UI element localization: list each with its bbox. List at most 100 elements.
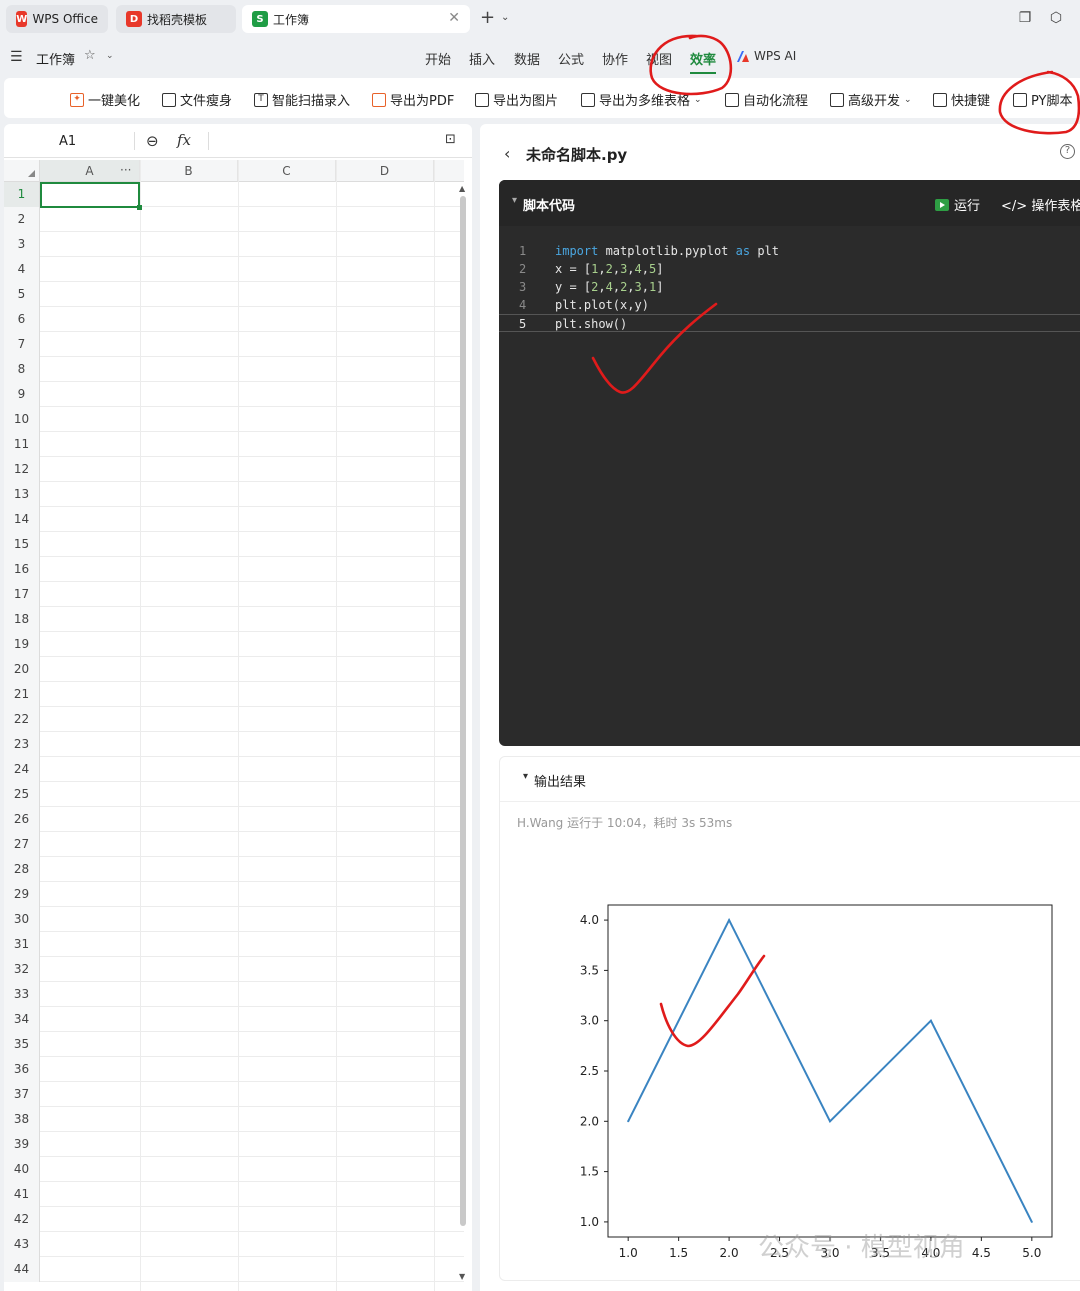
tab-template[interactable]: D 找稻壳模板 xyxy=(116,5,236,33)
smart-scan-button[interactable]: T 智能扫描录入 xyxy=(254,90,350,109)
run-button[interactable]: 运行 xyxy=(935,195,980,214)
hamburger-menu-icon[interactable]: ☰ xyxy=(10,49,23,65)
select-all-corner[interactable] xyxy=(4,160,40,182)
row-number[interactable]: 10 xyxy=(4,407,40,432)
row-number[interactable]: 12 xyxy=(4,457,40,482)
row-number[interactable]: 5 xyxy=(4,282,40,307)
export-pdf-button[interactable]: 导出为PDF xyxy=(372,90,454,109)
row-number[interactable]: 21 xyxy=(4,682,40,707)
menu-data[interactable]: 数据 xyxy=(514,49,540,68)
menu-view[interactable]: 视图 xyxy=(646,49,672,68)
row-number[interactable]: 28 xyxy=(4,857,40,882)
column-header-c[interactable]: C xyxy=(238,160,336,182)
column-header-d[interactable]: D xyxy=(336,160,434,182)
script-title[interactable]: 未命名脚本.py xyxy=(526,144,627,165)
tab-workbook[interactable]: S 工作簿 ✕ xyxy=(242,5,470,33)
star-icon[interactable]: ☆ xyxy=(84,48,96,63)
close-tab-icon[interactable]: ✕ xyxy=(448,10,460,26)
row-number[interactable]: 13 xyxy=(4,482,40,507)
row-number[interactable]: 11 xyxy=(4,432,40,457)
code-line[interactable]: 3y = [2,4,2,3,1] xyxy=(499,278,1080,296)
row-number[interactable]: 8 xyxy=(4,357,40,382)
row-number[interactable]: 33 xyxy=(4,982,40,1007)
menu-formula[interactable]: 公式 xyxy=(558,49,584,68)
row-number[interactable]: 31 xyxy=(4,932,40,957)
row-number[interactable]: 22 xyxy=(4,707,40,732)
code-line[interactable]: 2x = [1,2,3,4,5] xyxy=(499,260,1080,278)
shortcut-button[interactable]: 快捷键 xyxy=(933,90,990,109)
export-image-button[interactable]: 导出为图片 xyxy=(475,90,558,109)
row-number[interactable]: 26 xyxy=(4,807,40,832)
row-number[interactable]: 30 xyxy=(4,907,40,932)
row-number[interactable]: 36 xyxy=(4,1057,40,1082)
row-number[interactable]: 20 xyxy=(4,657,40,682)
operate-table-button[interactable]: </> 操作表格区 xyxy=(1001,195,1080,214)
row-number[interactable]: 23 xyxy=(4,732,40,757)
beautify-button[interactable]: ✦ 一键美化 xyxy=(70,90,140,109)
export-multidim-table-button[interactable]: 导出为多维表格 ⌄ xyxy=(581,90,702,109)
column-header-b[interactable]: B xyxy=(140,160,238,182)
output-title[interactable]: 输出结果 xyxy=(523,771,586,790)
row-number[interactable]: 32 xyxy=(4,957,40,982)
automation-button[interactable]: 自动化流程 xyxy=(725,90,808,109)
help-icon[interactable]: ? xyxy=(1060,144,1075,159)
row-number[interactable]: 4 xyxy=(4,257,40,282)
row-number[interactable]: 37 xyxy=(4,1082,40,1107)
row-number[interactable]: 25 xyxy=(4,782,40,807)
menu-wps-ai[interactable]: WPS AI xyxy=(754,49,796,63)
row-number[interactable]: 40 xyxy=(4,1157,40,1182)
row-number[interactable]: 3 xyxy=(4,232,40,257)
code-editor[interactable]: 脚本代码 运行 </> 操作表格区 1 import matplotlib.pyp… xyxy=(499,180,1080,746)
menu-efficiency[interactable]: 效率 xyxy=(690,49,717,74)
row-number[interactable]: 19 xyxy=(4,632,40,657)
row-number[interactable]: 38 xyxy=(4,1107,40,1132)
zoom-search-icon[interactable]: ⊖ xyxy=(146,132,159,150)
row-number[interactable]: 39 xyxy=(4,1132,40,1157)
row-number[interactable]: 44 xyxy=(4,1257,40,1282)
code-line[interactable]: 4 plt.plot(x,y) xyxy=(499,296,1080,314)
back-arrow-icon[interactable]: ‹ xyxy=(504,144,510,163)
workbook-title[interactable]: 工作簿 xyxy=(36,49,75,68)
row-number[interactable]: 18 xyxy=(4,607,40,632)
code-line[interactable]: 1 import matplotlib.pyplot as plt xyxy=(499,242,1080,260)
row-number[interactable]: 2 xyxy=(4,207,40,232)
menu-start[interactable]: 开始 xyxy=(425,49,451,68)
cube-icon[interactable]: ⬡ xyxy=(1048,10,1064,26)
py-script-button[interactable]: PY脚本 xyxy=(1013,90,1073,109)
menu-collab[interactable]: 协作 xyxy=(602,49,628,68)
window-restore-icon[interactable]: ❐ xyxy=(1017,10,1033,26)
row-number[interactable]: 42 xyxy=(4,1207,40,1232)
row-number[interactable]: 34 xyxy=(4,1007,40,1032)
name-box[interactable]: A1 xyxy=(59,134,76,149)
row-number[interactable]: 24 xyxy=(4,757,40,782)
column-header-e[interactable] xyxy=(434,160,464,182)
row-number[interactable]: 6 xyxy=(4,307,40,332)
row-number[interactable]: 14 xyxy=(4,507,40,532)
row-number[interactable]: 17 xyxy=(4,582,40,607)
file-slim-button[interactable]: 文件瘦身 xyxy=(162,90,232,109)
row-number[interactable]: 27 xyxy=(4,832,40,857)
scroll-up-icon[interactable]: ▲ xyxy=(459,184,465,193)
row-number[interactable]: 7 xyxy=(4,332,40,357)
code-line[interactable]: 5 plt.show() xyxy=(499,314,1080,332)
row-number[interactable]: 15 xyxy=(4,532,40,557)
new-tab-button[interactable]: + xyxy=(480,9,495,27)
code-section-title[interactable]: 脚本代码 xyxy=(512,195,575,214)
row-number[interactable]: 29 xyxy=(4,882,40,907)
row-number[interactable]: 1 xyxy=(4,182,40,207)
row-number[interactable]: 9 xyxy=(4,382,40,407)
row-number[interactable]: 16 xyxy=(4,557,40,582)
row-number[interactable]: 43 xyxy=(4,1232,40,1257)
formula-expand-icon[interactable]: ⊡ xyxy=(445,132,456,147)
advanced-dev-button[interactable]: 高级开发 ⌄ xyxy=(830,90,912,109)
vertical-scrollbar[interactable] xyxy=(460,196,466,1226)
scroll-down-icon[interactable]: ▼ xyxy=(459,1272,465,1281)
more-icon[interactable]: ··· xyxy=(120,160,131,180)
menu-insert[interactable]: 插入 xyxy=(469,49,495,68)
active-cell-a1[interactable] xyxy=(40,182,142,210)
function-icon[interactable]: fx xyxy=(177,131,191,149)
row-number[interactable]: 35 xyxy=(4,1032,40,1057)
chevron-down-icon[interactable]: ⌄ xyxy=(501,12,509,23)
chevron-down-icon[interactable]: ⌄ xyxy=(106,51,114,61)
row-number[interactable]: 41 xyxy=(4,1182,40,1207)
